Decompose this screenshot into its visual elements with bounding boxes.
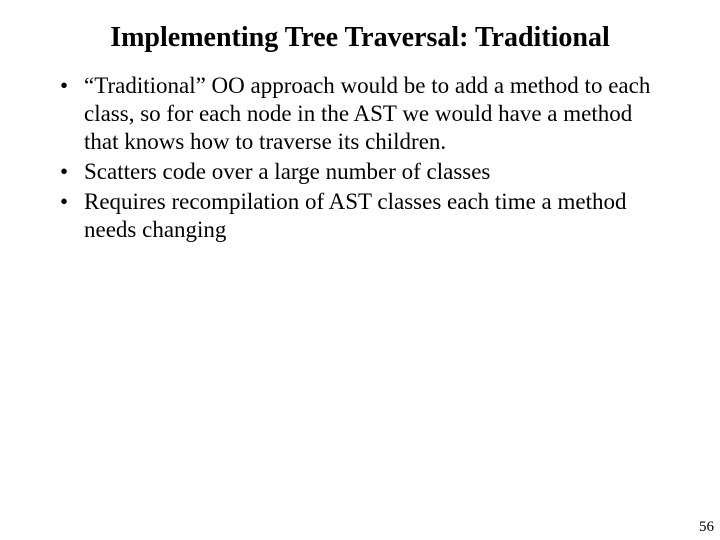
slide: Implementing Tree Traversal: Traditional… [0, 0, 720, 540]
bullet-item: Requires recompilation of AST classes ea… [60, 188, 660, 244]
slide-body: “Traditional” OO approach would be to ad… [0, 64, 720, 244]
page-number: 56 [699, 519, 714, 536]
slide-title: Implementing Tree Traversal: Traditional [0, 0, 720, 64]
bullet-item: “Traditional” OO approach would be to ad… [60, 72, 660, 156]
bullet-list: “Traditional” OO approach would be to ad… [60, 72, 660, 244]
bullet-item: Scatters code over a large number of cla… [60, 158, 660, 186]
